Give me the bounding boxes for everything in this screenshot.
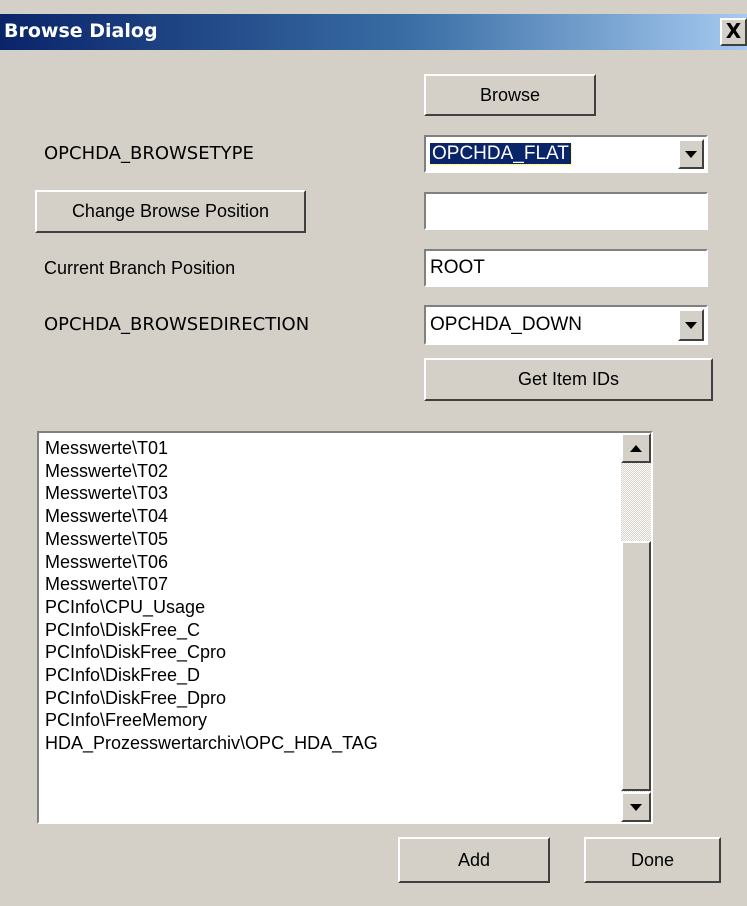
current-branch-label: Current Branch Position — [44, 258, 236, 278]
chevron-down-icon — [685, 321, 697, 329]
browsetype-selected-value: OPCHDA_FLAT — [430, 143, 572, 165]
vertical-scrollbar[interactable] — [621, 433, 651, 822]
scrollbar-thumb[interactable] — [621, 541, 651, 791]
browsedirection-selected-value: OPCHDA_DOWN — [430, 314, 583, 335]
window-title: Browse Dialog — [4, 20, 158, 42]
browsedirection-label: OPCHDA_BROWSEDIRECTION — [44, 314, 310, 335]
list-item[interactable]: Messwerte\T03 — [45, 482, 378, 505]
scroll-up-button[interactable] — [621, 433, 651, 463]
chevron-down-icon — [685, 150, 697, 158]
change-browse-position-button[interactable]: Change Browse Position — [35, 190, 306, 233]
browse-button[interactable]: Browse — [424, 74, 596, 116]
browsedirection-dropdown-button[interactable] — [678, 309, 704, 341]
browsedirection-select[interactable]: OPCHDA_DOWN — [424, 305, 708, 345]
list-item[interactable]: Messwerte\T07 — [45, 573, 378, 596]
list-item[interactable]: PCInfo\DiskFree_C — [45, 619, 378, 642]
browse-position-input[interactable] — [424, 192, 708, 230]
list-item[interactable]: Messwerte\T06 — [45, 551, 378, 574]
scroll-down-icon — [630, 803, 642, 811]
get-item-ids-button[interactable]: Get Item IDs — [424, 358, 713, 401]
list-item[interactable]: Messwerte\T02 — [45, 460, 378, 483]
close-icon[interactable]: X — [720, 18, 747, 46]
browsetype-dropdown-button[interactable] — [678, 139, 704, 169]
current-branch-field: ROOT — [424, 249, 708, 287]
list-item[interactable]: Messwerte\T04 — [45, 505, 378, 528]
list-item[interactable]: PCInfo\DiskFree_D — [45, 664, 378, 687]
scroll-down-button[interactable] — [621, 792, 651, 822]
item-id-list-items: Messwerte\T01 Messwerte\T02 Messwerte\T03 M… — [45, 437, 378, 755]
item-id-list[interactable]: Messwerte\T01 Messwerte\T02 Messwerte\T03 M… — [37, 431, 653, 824]
done-button[interactable]: Done — [584, 837, 721, 883]
list-item[interactable]: HDA_Prozesswertarchiv\OPC_HDA_TAG — [45, 732, 378, 755]
add-button[interactable]: Add — [398, 837, 550, 883]
list-item[interactable]: PCInfo\CPU_Usage — [45, 596, 378, 619]
list-item[interactable]: Messwerte\T05 — [45, 528, 378, 551]
list-item[interactable]: PCInfo\FreeMemory — [45, 709, 378, 732]
browsetype-select[interactable]: OPCHDA_FLAT — [424, 135, 708, 173]
list-item[interactable]: PCInfo\DiskFree_Cpro — [45, 641, 378, 664]
list-item[interactable]: PCInfo\DiskFree_Dpro — [45, 687, 378, 710]
browsetype-label: OPCHDA_BROWSETYPE — [44, 143, 254, 164]
scroll-up-icon — [630, 444, 642, 452]
browse-dialog: Browse Dialog X Browse OPCHDA_BROWSETYPE… — [0, 0, 747, 906]
title-bar[interactable]: Browse Dialog X — [0, 14, 747, 50]
list-item[interactable]: Messwerte\T01 — [45, 437, 378, 460]
